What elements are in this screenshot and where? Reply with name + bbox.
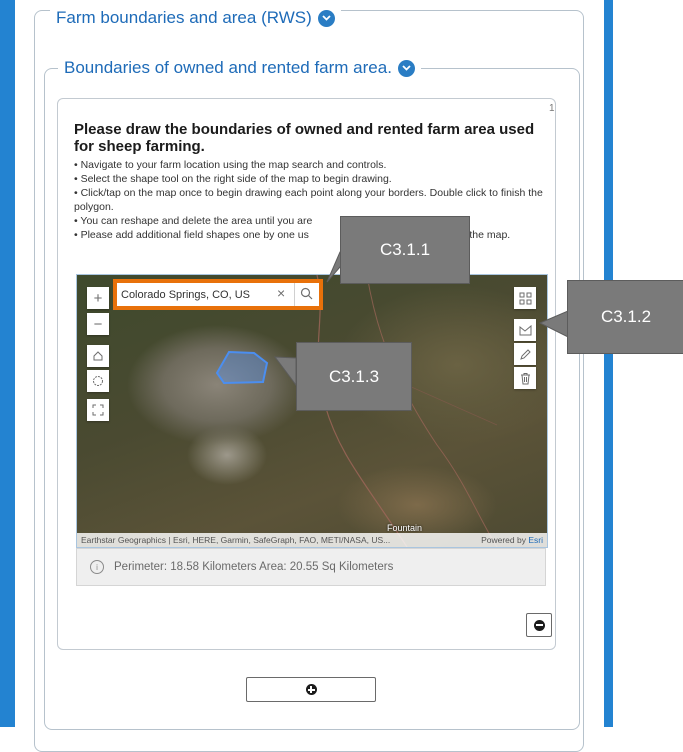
callout-label-2: C3.1.2 (567, 280, 683, 354)
callout-label-3: C3.1.3 (296, 342, 412, 411)
callout-label-1: C3.1.1 (340, 216, 470, 284)
